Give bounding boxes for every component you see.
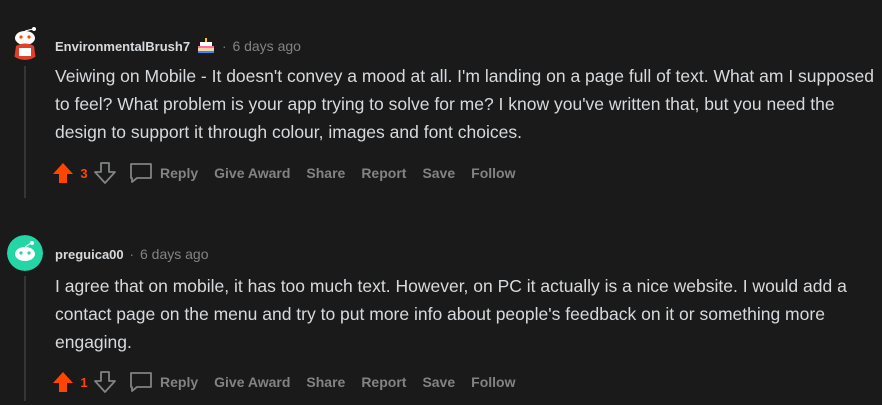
cake-flair-icon (196, 37, 216, 55)
comment-bubble-icon (128, 160, 154, 186)
comment-body: Veiwing on Mobile - It doesn't convey a … (55, 66, 874, 142)
vote-count: 1 (80, 374, 88, 390)
downvote-icon[interactable] (92, 160, 118, 186)
user-avatar[interactable] (7, 24, 43, 60)
save-button[interactable]: Save (422, 165, 455, 181)
downvote-icon[interactable] (92, 369, 118, 395)
vote-count: 3 (80, 165, 88, 181)
comment: EnvironmentalBrush7 · 6 days ago Veiwing… (0, 0, 882, 210)
share-button[interactable]: Share (306, 374, 345, 390)
reply-button[interactable]: Reply (128, 369, 198, 395)
username[interactable]: preguica00 (55, 247, 124, 262)
comment-actions: 3 Reply Give Award Share Report Save Fol… (50, 158, 515, 188)
snoo-avatar-icon (7, 24, 43, 60)
comment-body: I agree that on mobile, it has too much … (55, 276, 847, 352)
upvote-icon[interactable] (50, 160, 76, 186)
give-award-button[interactable]: Give Award (214, 374, 290, 390)
thread-line[interactable] (24, 276, 26, 401)
comment: preguica00 · 6 days ago I agree that on … (0, 210, 882, 405)
separator-dot: · (129, 246, 134, 262)
timestamp[interactable]: 6 days ago (232, 38, 301, 54)
comment-meta: EnvironmentalBrush7 · 6 days ago (55, 36, 301, 56)
reply-label: Reply (160, 165, 199, 181)
share-button[interactable]: Share (306, 165, 345, 181)
comment-actions: 1 Reply Give Award Share Report Save Fol… (50, 367, 515, 397)
give-award-button[interactable]: Give Award (214, 165, 290, 181)
report-button[interactable]: Report (361, 165, 406, 181)
report-button[interactable]: Report (361, 374, 406, 390)
save-button[interactable]: Save (422, 374, 455, 390)
follow-button[interactable]: Follow (471, 374, 515, 390)
thread-line[interactable] (24, 66, 26, 198)
timestamp[interactable]: 6 days ago (140, 246, 209, 262)
follow-button[interactable]: Follow (471, 165, 515, 181)
reply-label: Reply (160, 374, 199, 390)
user-avatar[interactable] (7, 235, 43, 271)
comment-meta: preguica00 · 6 days ago (55, 244, 209, 264)
username[interactable]: EnvironmentalBrush7 (55, 39, 190, 54)
separator-dot: · (222, 38, 227, 54)
comment-bubble-icon (128, 369, 154, 395)
upvote-icon[interactable] (50, 369, 76, 395)
default-snoo-avatar-icon (7, 235, 43, 271)
reply-button[interactable]: Reply (128, 160, 198, 186)
